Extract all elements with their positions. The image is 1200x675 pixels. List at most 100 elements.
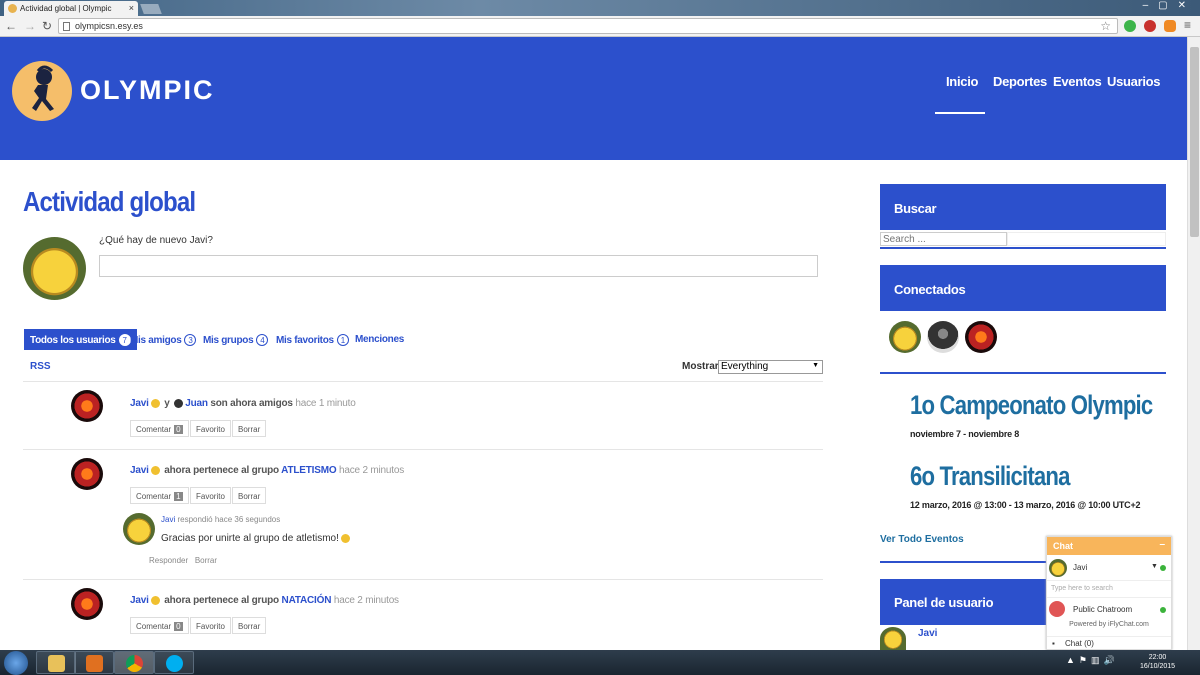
clock-time: 22:00: [1148, 654, 1167, 661]
event-title[interactable]: 1o Campeonato Olympic: [910, 390, 1153, 421]
browser-tab[interactable]: Actividad global | Olympic ×: [4, 1, 138, 16]
extension-flame-icon[interactable]: [1164, 20, 1176, 32]
powered-by[interactable]: Powered by iFlyChat.com: [1047, 621, 1171, 631]
reload-icon[interactable]: ↻: [42, 19, 52, 33]
window-controls[interactable]: –▢✕: [1143, 0, 1196, 11]
activity-time[interactable]: hace 2 minutos: [339, 465, 404, 476]
windows-taskbar: ▲⚑▥🔊 22:00 16/10/2015: [0, 650, 1200, 675]
all-events-link[interactable]: Ver Todo Eventos: [880, 534, 964, 545]
user-link[interactable]: Javi: [130, 398, 149, 409]
user-link[interactable]: Javi: [130, 465, 149, 476]
nav-usuarios[interactable]: Usuarios: [1107, 74, 1161, 89]
chevron-down-icon[interactable]: ▼: [1151, 563, 1158, 570]
chat-user-avatar: [1049, 559, 1067, 577]
search-button[interactable]: [1007, 232, 1166, 246]
chat-count-row[interactable]: ▪ Chat (0): [1047, 636, 1171, 650]
reply-text: Gracias por unirte al grupo de atletismo…: [161, 533, 352, 544]
user-panel-name[interactable]: Javi: [918, 628, 937, 639]
button-label: Comentar: [136, 425, 172, 434]
activity-avatar[interactable]: [71, 458, 103, 490]
smiley-icon: [340, 533, 350, 543]
bookmark-star-icon[interactable]: ☆: [1100, 19, 1111, 33]
taskbar-explorer[interactable]: [36, 651, 76, 674]
chat-search-placeholder: Type here to search: [1051, 585, 1113, 592]
rss-link[interactable]: RSS: [30, 361, 51, 372]
current-user-avatar[interactable]: [23, 237, 86, 300]
extension-red-icon[interactable]: [1144, 20, 1156, 32]
nav-deportes[interactable]: Deportes: [993, 74, 1047, 89]
online-user-avatar[interactable]: [889, 321, 921, 353]
extension-green-icon[interactable]: [1124, 20, 1136, 32]
tab-mis-amigos[interactable]: Mis amigos 3: [130, 329, 197, 350]
reply-body: Gracias por unirte al grupo de atletismo…: [161, 533, 339, 544]
page-icon: [63, 22, 70, 31]
activity-avatar[interactable]: [71, 390, 103, 422]
minimize-icon[interactable]: –: [1159, 539, 1165, 550]
menu-icon[interactable]: ≡: [1184, 18, 1191, 32]
site-header: OLYMPIC Inicio Deportes Eventos Usuarios: [0, 37, 1187, 160]
favorite-button[interactable]: Favorito: [190, 617, 231, 634]
status-update-input[interactable]: [99, 255, 818, 277]
skype-icon: [166, 655, 183, 672]
favorite-button[interactable]: Favorito: [190, 420, 231, 437]
logo-runner-icon[interactable]: [12, 61, 72, 121]
group-link[interactable]: ATLETISMO: [281, 465, 336, 476]
system-tray[interactable]: ▲⚑▥🔊: [1066, 655, 1119, 666]
start-button[interactable]: [4, 651, 28, 675]
chat-self-row[interactable]: Javi ▼: [1047, 557, 1171, 581]
page-scrollbar[interactable]: [1187, 37, 1200, 650]
online-widget-title: Conectados: [880, 265, 1166, 311]
chevron-down-icon: ▼: [812, 362, 819, 369]
activity-filter-select[interactable]: Everything ▼: [718, 360, 823, 374]
close-tab-icon[interactable]: ×: [129, 3, 134, 13]
activity-time[interactable]: hace 1 minuto: [295, 398, 355, 409]
user-link[interactable]: Javi: [161, 515, 175, 524]
taskbar-chrome[interactable]: [114, 651, 154, 674]
comment-button[interactable]: Comentar 0: [130, 420, 189, 437]
user-link[interactable]: Javi: [130, 595, 149, 606]
chat-search[interactable]: Type here to search: [1047, 582, 1171, 598]
event-title[interactable]: 6o Transilicitana: [910, 461, 1070, 492]
reply-link[interactable]: Responder: [149, 556, 188, 565]
new-tab-button[interactable]: [140, 4, 162, 14]
back-arrow-icon[interactable]: ←: [5, 19, 17, 33]
scrollbar-thumb[interactable]: [1190, 47, 1199, 237]
delete-button[interactable]: Borrar: [232, 617, 267, 634]
taskbar-skype[interactable]: [154, 651, 194, 674]
search-input[interactable]: [880, 232, 1007, 246]
delete-button[interactable]: Borrar: [232, 487, 267, 504]
tab-mis-grupos[interactable]: Mis grupos 4: [203, 329, 269, 350]
delete-button[interactable]: Borrar: [232, 420, 267, 437]
activity-avatar[interactable]: [71, 588, 103, 620]
and-text: y: [164, 398, 170, 409]
nav-inicio[interactable]: Inicio: [946, 74, 978, 89]
taskbar-media-player[interactable]: [74, 651, 114, 674]
user-avatar-icon: [150, 465, 160, 475]
activity-time[interactable]: hace 2 minutos: [334, 595, 399, 606]
nav-eventos[interactable]: Eventos: [1053, 74, 1102, 89]
taskbar-clock[interactable]: 22:00 16/10/2015: [1140, 653, 1175, 671]
logo-text[interactable]: OLYMPIC: [80, 75, 215, 106]
comment-button[interactable]: Comentar 1: [130, 487, 189, 504]
online-user-avatar[interactable]: [965, 321, 997, 353]
forward-arrow-icon[interactable]: →: [24, 19, 36, 33]
activity-text: Javi ahora pertenece al grupo NATACIÓN h…: [130, 595, 399, 606]
public-chatroom-row[interactable]: Public Chatroom: [1047, 600, 1171, 618]
reply-avatar[interactable]: [123, 513, 155, 545]
chrome-icon: [126, 655, 143, 672]
user-link[interactable]: Juan: [185, 398, 208, 409]
user-panel-avatar[interactable]: [880, 627, 906, 650]
comment-button[interactable]: Comentar 0: [130, 617, 189, 634]
tab-mis-favoritos[interactable]: Mis favoritos 1: [276, 329, 349, 350]
favorite-button[interactable]: Favorito: [190, 487, 231, 504]
online-user-avatar[interactable]: [927, 321, 959, 353]
delete-reply-link[interactable]: Borrar: [195, 556, 217, 565]
chat-header[interactable]: Chat –: [1047, 537, 1171, 555]
media-player-icon: [86, 655, 103, 672]
address-bar[interactable]: olympicsn.esy.es ☆: [58, 18, 1118, 34]
tab-menciones[interactable]: Menciones: [355, 329, 404, 350]
group-link[interactable]: NATACIÓN: [282, 595, 332, 606]
chatroom-name: Public Chatroom: [1073, 605, 1133, 614]
reply-actions: Responder Borrar: [149, 556, 217, 565]
tab-todos-los-usuarios[interactable]: Todos los usuarios 7: [24, 329, 137, 350]
